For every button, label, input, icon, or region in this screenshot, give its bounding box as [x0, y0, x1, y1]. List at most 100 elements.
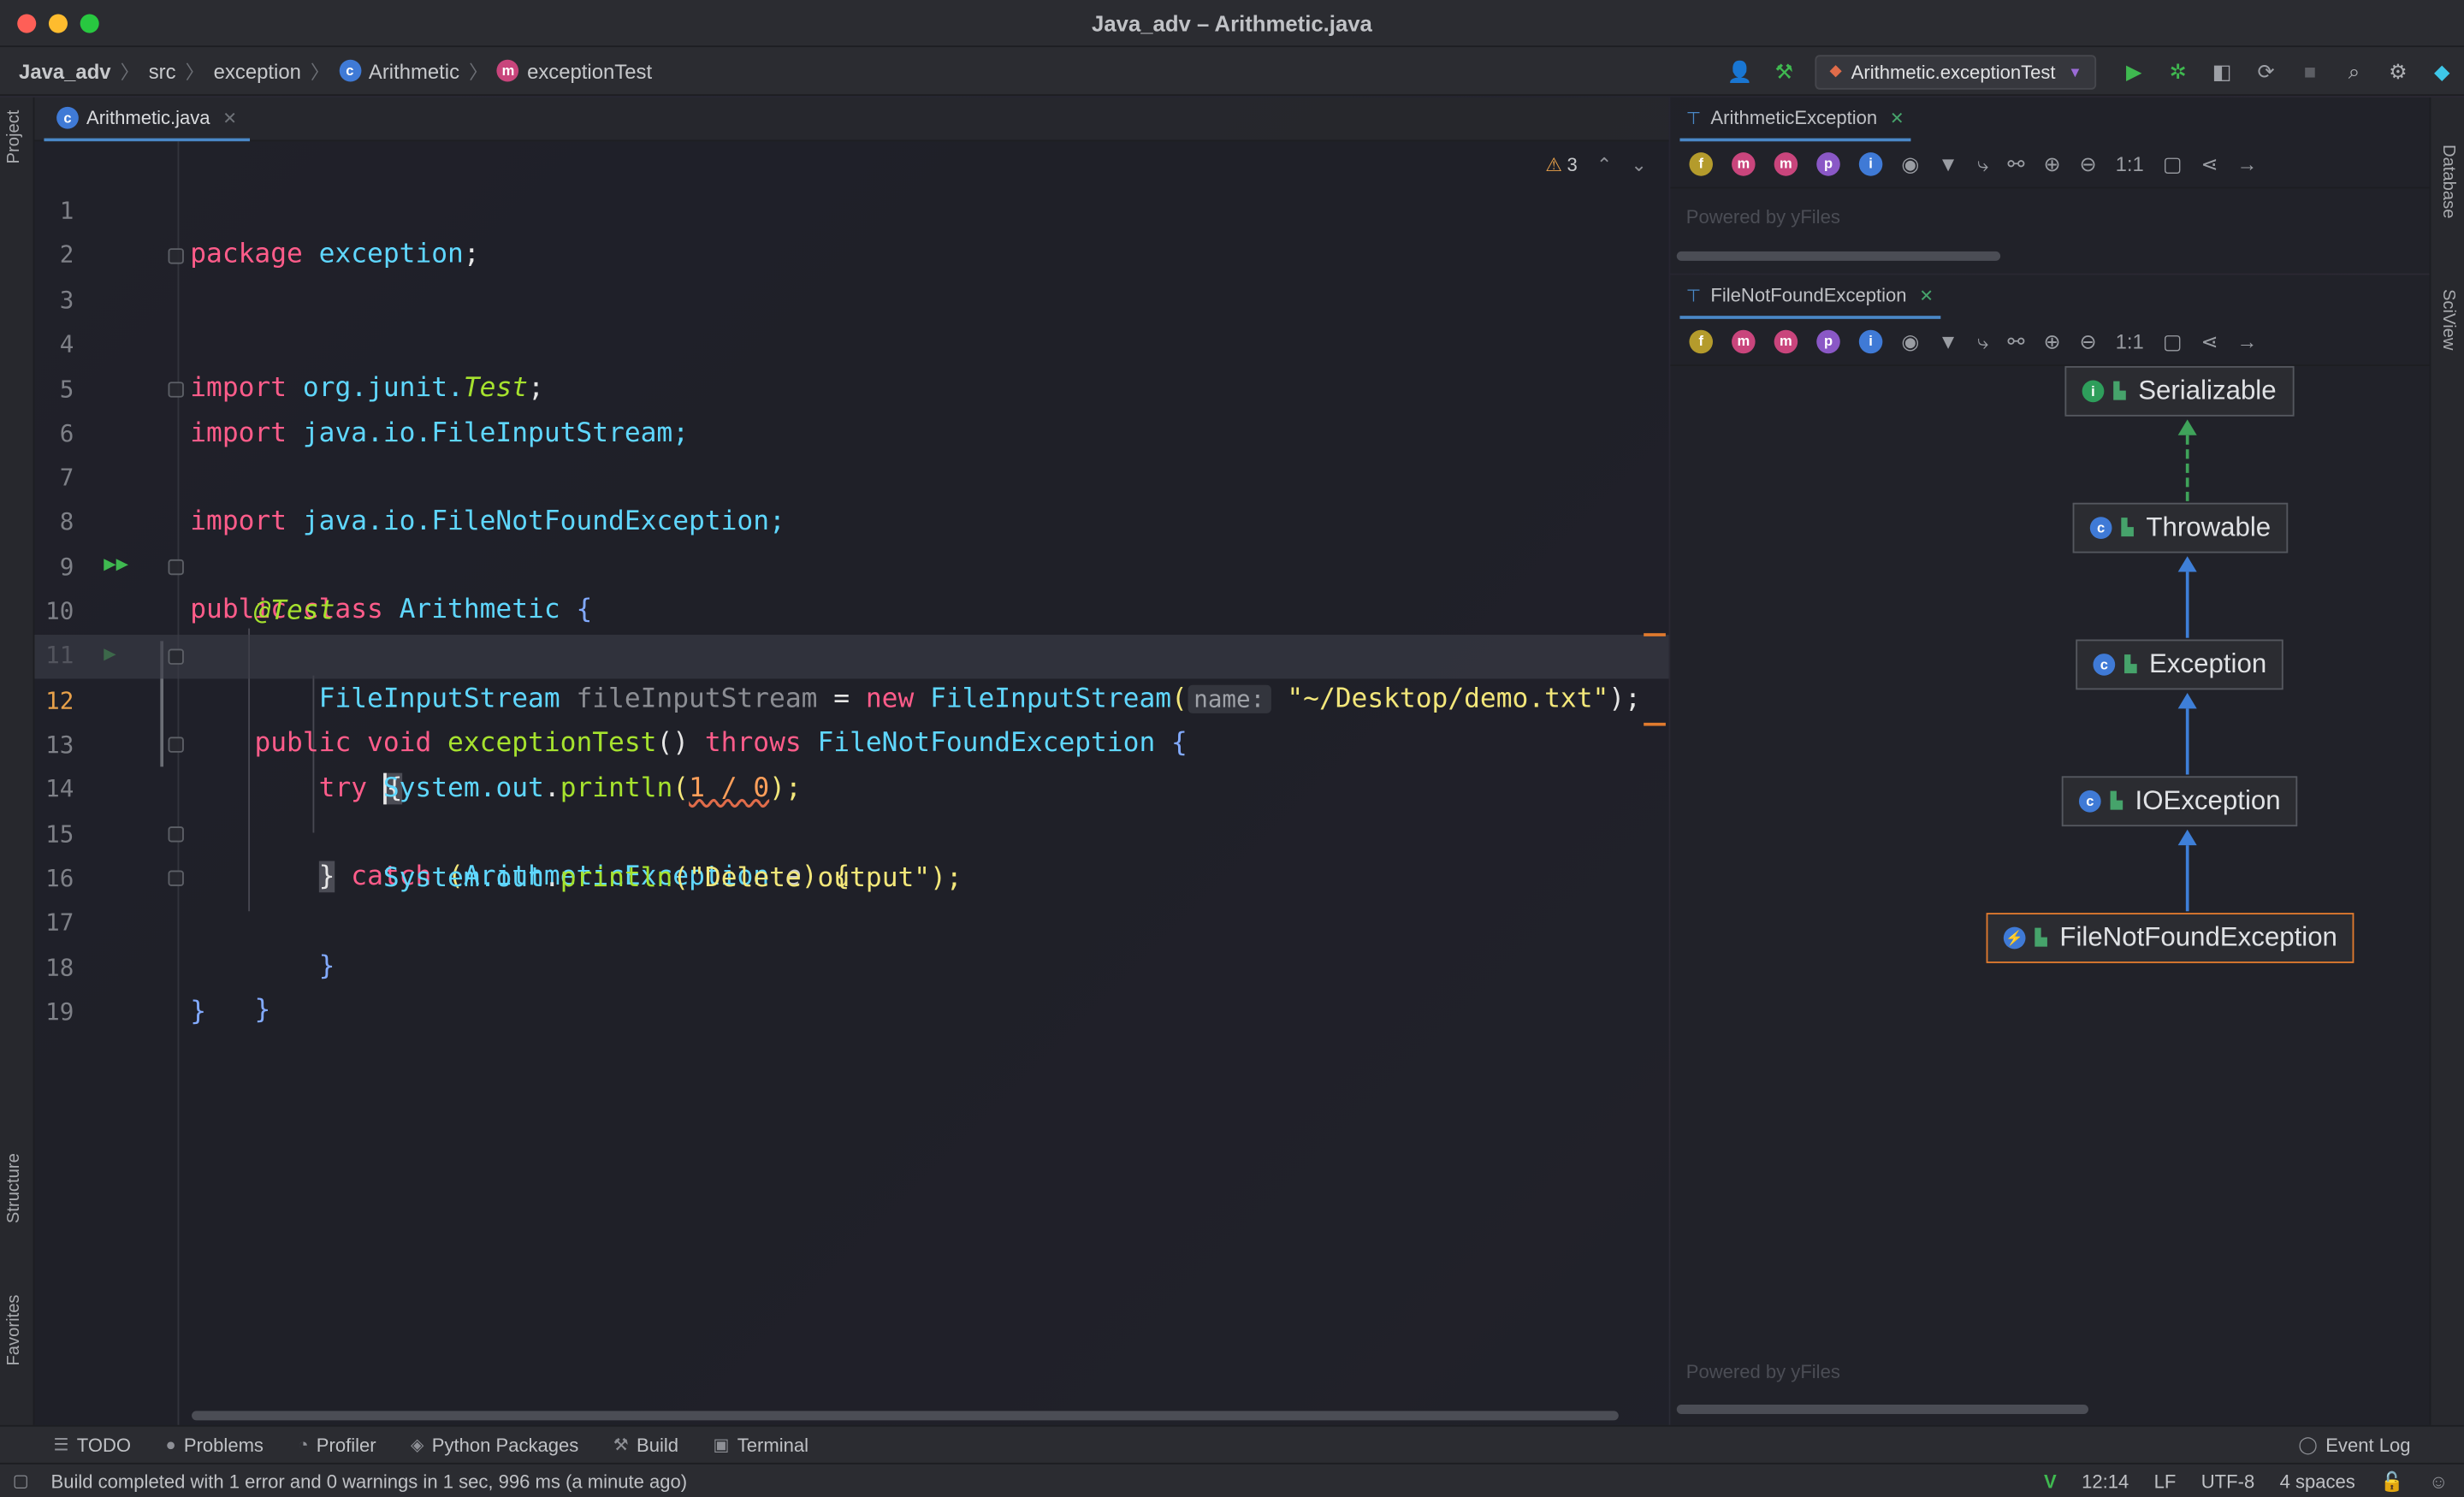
search-icon[interactable]: ⌕	[2337, 54, 2371, 88]
fold-icon[interactable]	[168, 737, 184, 753]
error-stripe-marker[interactable]	[1644, 633, 1666, 636]
breadcrumb-package[interactable]: exception	[214, 59, 301, 83]
coverage-icon[interactable]: ◧	[2205, 54, 2239, 88]
diagram-node-file-not-found-exception[interactable]: ⚡ ▙ FileNotFoundException	[1986, 913, 2355, 963]
build-hammer-icon[interactable]: ⚒	[1767, 54, 1801, 88]
link-icon[interactable]: ⚯	[2007, 329, 2024, 354]
filter-icon[interactable]: ▼	[1938, 152, 1958, 176]
zoom-out-icon[interactable]: ⊖	[2080, 151, 2097, 176]
fold-icon[interactable]	[168, 248, 184, 264]
breadcrumb-project[interactable]: Java_adv	[19, 59, 111, 83]
sciview-tool-button[interactable]: SciView	[2439, 289, 2458, 351]
inspector-icon[interactable]: ☺	[2429, 1470, 2449, 1493]
extends-edge	[2185, 845, 2189, 912]
close-icon[interactable]: ✕	[222, 108, 237, 128]
caret-position[interactable]: 12:14	[2082, 1470, 2129, 1493]
status-message[interactable]: Build completed with 1 error and 0 warni…	[51, 1470, 688, 1492]
eye-icon[interactable]: ◉	[1901, 151, 1919, 176]
diagram-node-ioexception[interactable]: c ▙ IOException	[2061, 776, 2298, 827]
fit-content-icon[interactable]: ▢	[2163, 329, 2183, 354]
horizontal-scrollbar[interactable]	[192, 1411, 1619, 1421]
actual-size-icon[interactable]: 1:1	[2116, 152, 2144, 176]
breadcrumb-method[interactable]: exceptionTest	[527, 59, 652, 83]
vim-icon[interactable]: V	[2044, 1470, 2057, 1493]
todo-tool-button[interactable]: ☰ TODO	[53, 1434, 131, 1456]
fold-icon[interactable]	[168, 382, 184, 398]
user-icon[interactable]: 👤	[1723, 54, 1757, 88]
fold-icon[interactable]	[168, 870, 184, 886]
breadcrumb-class[interactable]: Arithmetic	[369, 59, 459, 83]
dependencies-icon[interactable]: ⤷	[1977, 151, 1988, 176]
tab-label: ArithmeticException	[1710, 106, 1878, 129]
layout-toggle-icon[interactable]: ▢	[13, 1470, 29, 1491]
link-icon[interactable]: ⚯	[2007, 151, 2024, 176]
constructors-filter-icon[interactable]: m	[1732, 329, 1756, 354]
zoom-in-icon[interactable]: ⊕	[2043, 329, 2060, 354]
eye-icon[interactable]: ◉	[1901, 329, 1919, 354]
tab-arithmetic-exception[interactable]: ⊤ ArithmeticException ✕	[1679, 98, 1911, 142]
tab-file-not-found-exception[interactable]: ⊤ FileNotFoundException ✕	[1679, 275, 1940, 319]
dependencies-icon[interactable]: ⤷	[1977, 329, 1988, 354]
inner-classes-filter-icon[interactable]: i	[1858, 152, 1883, 176]
inner-classes-filter-icon[interactable]: i	[1858, 329, 1883, 354]
close-icon[interactable]: ✕	[1919, 285, 1934, 305]
profiler-tool-button[interactable]: ◔ Profiler	[298, 1434, 376, 1456]
horizontal-scrollbar[interactable]	[1676, 251, 2001, 261]
export-icon[interactable]: →	[2237, 330, 2258, 354]
python-packages-tool-button[interactable]: ◈ Python Packages	[411, 1434, 578, 1456]
fit-content-icon[interactable]: ▢	[2163, 151, 2183, 176]
debug-icon[interactable]: ✲	[2160, 54, 2194, 88]
code-line: 1 package exception;	[34, 145, 1668, 270]
tool-label: Problems	[183, 1433, 264, 1456]
horizontal-scrollbar[interactable]	[1676, 1405, 2088, 1415]
gear-icon[interactable]: ⚙	[2381, 54, 2415, 88]
structure-tool-button[interactable]: Structure	[5, 1153, 24, 1223]
share-icon[interactable]: ⋖	[2200, 329, 2218, 354]
problems-tool-button[interactable]: ● Problems	[165, 1434, 264, 1456]
read-only-lock-icon[interactable]: 🔓	[2380, 1470, 2403, 1493]
stop-icon[interactable]: ■	[2293, 54, 2327, 88]
methods-filter-icon[interactable]: m	[1774, 329, 1798, 354]
share-icon[interactable]: ⋖	[2200, 151, 2218, 176]
zoom-out-icon[interactable]: ⊖	[2080, 329, 2097, 354]
fields-filter-icon[interactable]: f	[1689, 152, 1714, 176]
run-icon[interactable]: ▶	[2117, 54, 2151, 88]
diagram-node-throwable[interactable]: c ▙ Throwable	[2072, 502, 2289, 553]
properties-filter-icon[interactable]: p	[1816, 329, 1840, 354]
database-tool-button[interactable]: Database	[2439, 145, 2458, 218]
actual-size-icon[interactable]: 1:1	[2116, 330, 2144, 354]
constructors-filter-icon[interactable]: m	[1732, 152, 1756, 176]
fields-filter-icon[interactable]: f	[1689, 329, 1714, 354]
terminal-tool-button[interactable]: ▣ Terminal	[713, 1434, 808, 1456]
event-log-tool-button[interactable]: ◯ Event Log	[2298, 1434, 2410, 1456]
favorites-tool-button[interactable]: Favorites	[5, 1294, 24, 1365]
build-tool-button[interactable]: ⚒ Build	[613, 1434, 678, 1456]
tool-label: Terminal	[737, 1433, 809, 1456]
plugin-icon[interactable]: ◆	[2425, 54, 2459, 88]
diagram-node-exception[interactable]: c ▙ Exception	[2076, 639, 2284, 690]
profile-icon[interactable]: ⟳	[2248, 54, 2283, 88]
left-tool-strip: Project Structure Favorites	[0, 97, 35, 1425]
run-configuration-select[interactable]: ◆ Arithmetic.exceptionTest ▼	[1815, 54, 2097, 89]
node-label: FileNotFoundException	[2059, 922, 2337, 953]
tab-arithmetic-java[interactable]: c Arithmetic.java ✕	[44, 98, 250, 142]
file-encoding[interactable]: UTF-8	[2201, 1470, 2254, 1493]
project-tool-button[interactable]: Project	[5, 110, 24, 164]
breadcrumb-src[interactable]: src	[149, 59, 176, 83]
line-separator[interactable]: LF	[2154, 1470, 2177, 1493]
window-title: Java_adv – Arithmetic.java	[1092, 10, 1372, 37]
methods-filter-icon[interactable]: m	[1774, 152, 1798, 176]
filter-icon[interactable]: ▼	[1938, 330, 1958, 354]
properties-filter-icon[interactable]: p	[1816, 152, 1840, 176]
indent-setting[interactable]: 4 spaces	[2280, 1470, 2355, 1493]
export-icon[interactable]: →	[2237, 152, 2258, 176]
zoom-in-icon[interactable]: ⊕	[2043, 151, 2060, 176]
fold-icon[interactable]	[168, 559, 184, 576]
diagram-node-serializable[interactable]: i ▙ Serializable	[2064, 365, 2294, 417]
error-stripe-marker[interactable]	[1644, 722, 1666, 726]
close-icon[interactable]: ✕	[1890, 108, 1904, 128]
fold-icon[interactable]	[168, 826, 184, 843]
code-editor[interactable]: ⚠ 3 ⌃ ⌄ 1 package exception; 2 3 import …	[34, 141, 1669, 1425]
code-line: 13 System.out.println(1 / 0);	[34, 678, 1668, 804]
fold-icon[interactable]	[168, 648, 184, 665]
